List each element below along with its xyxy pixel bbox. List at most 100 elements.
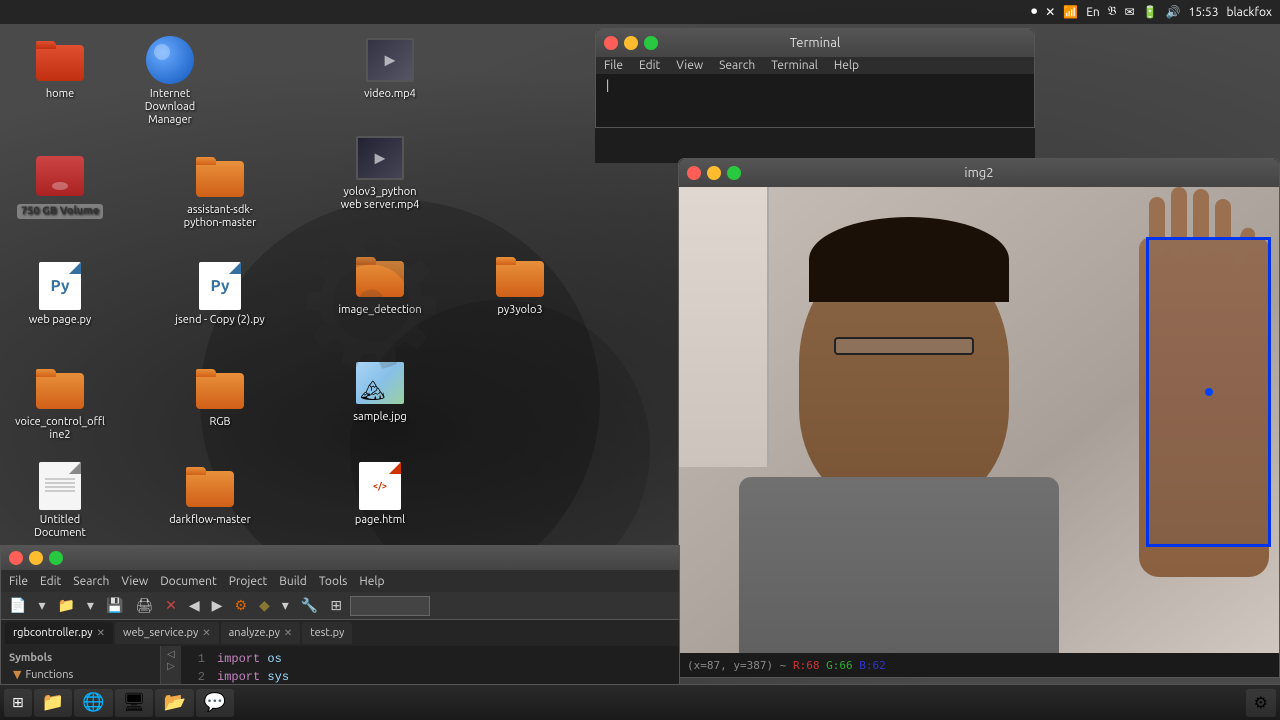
ide-sidebar-title: Symbols [5, 650, 156, 666]
username: blackfox [1226, 6, 1272, 19]
taskbar: ⊞ 📁 🌐 🖥 📂 💬 ⚙ [0, 684, 1280, 720]
ide-extra-btn[interactable]: ⊞ [326, 595, 346, 616]
taskbar-chat-btn[interactable]: 💬 [196, 689, 234, 717]
desktop-icon-web-page-py[interactable]: web page.py [10, 258, 110, 331]
desktop-icon-idm[interactable]: Internet Download Manager [120, 32, 220, 132]
ide-menu-search[interactable]: Search [73, 575, 109, 588]
img2-window: img2 [678, 158, 1280, 678]
network-icon[interactable]: ✕ [1045, 5, 1055, 19]
bluetooth-icon[interactable]: 𝔅 [1108, 5, 1117, 19]
desktop-icon-rgb[interactable]: RGB [170, 360, 270, 433]
img2-max-btn[interactable] [727, 166, 741, 180]
terminal-content[interactable]: | [596, 74, 1034, 96]
ide-tab-rgbcontroller-close[interactable]: ✕ [97, 627, 105, 639]
ide-menu-edit[interactable]: Edit [40, 575, 61, 588]
desktop-icon-jsend-label: jsend - Copy (2).py [175, 314, 264, 327]
img2-close-btn[interactable] [687, 166, 701, 180]
ide-search-input[interactable] [350, 596, 430, 616]
ide-sidebar-functions-label: Functions [25, 669, 73, 681]
taskbar-files-btn[interactable]: 📁 [34, 689, 72, 717]
desktop-icon-assistant-label: assistant-sdk-python-master [174, 204, 266, 230]
terminal-cursor: | [604, 78, 611, 92]
ide-tab-web-service[interactable]: web_service.py ✕ [115, 622, 219, 644]
terminal-max-btn[interactable] [644, 36, 658, 50]
keyboard-icon[interactable]: En [1086, 6, 1100, 19]
ide-menu-file[interactable]: File [9, 575, 28, 588]
ide-toolbar-arrow[interactable]: ▾ [34, 595, 49, 616]
ide-menu: File Edit Search View Document Project B… [1, 570, 679, 592]
ide-titlebar [1, 546, 679, 570]
taskbar-terminal-btn[interactable]: 🖥 [115, 689, 154, 717]
detection-dot [1205, 388, 1213, 396]
ide-close-btn[interactable] [9, 551, 23, 565]
ide-save-btn[interactable]: 💾 [102, 595, 127, 616]
terminal-menu-search[interactable]: Search [719, 59, 755, 72]
ide-menu-build[interactable]: Build [279, 575, 307, 588]
ide-sidebar-title-label: Symbols [9, 652, 52, 664]
ide-new-btn[interactable]: 📄 [5, 595, 30, 616]
terminal-menu: File Edit View Search Terminal Help [596, 57, 1034, 74]
taskbar-files2-btn[interactable]: 📂 [155, 689, 193, 717]
ide-tab-test-label: test.py [310, 627, 344, 639]
ide-tabs: rgbcontroller.py ✕ web_service.py ✕ anal… [1, 620, 679, 646]
ide-print-btn[interactable]: 🖨 [131, 595, 157, 616]
ide-run-btn[interactable]: ⚙ [230, 595, 251, 616]
mail-icon[interactable]: ✉ [1124, 5, 1134, 19]
record-icon[interactable]: ⏺ [1031, 5, 1037, 19]
battery-icon[interactable]: 🔋 [1143, 5, 1158, 19]
ide-toolbar: 📄 ▾ 📁 ▾ 💾 🖨 ✕ ◀ ▶ ⚙ ◆ ▾ 🔧 ⊞ [1, 592, 679, 620]
desktop-icon-voice-control[interactable]: voice_control_offline2 [10, 360, 110, 446]
wifi-icon[interactable]: 📶 [1063, 5, 1078, 19]
terminal-close-btn[interactable] [604, 36, 618, 50]
img2-min-btn[interactable] [707, 166, 721, 180]
ide-tools-btn[interactable]: 🔧 [297, 595, 322, 616]
desktop-icon-py3yolo3[interactable]: py3yolo3 [470, 248, 570, 321]
desktop-icon-hdd[interactable]: 750 GB Volume [10, 148, 110, 223]
terminal-menu-help[interactable]: Help [834, 59, 859, 72]
terminal-window: Terminal File Edit View Search Terminal … [595, 28, 1035, 128]
ide-max-btn[interactable] [49, 551, 63, 565]
ide-menu-document[interactable]: Document [160, 575, 216, 588]
desktop-icon-video-mp4[interactable]: video.mp4 [340, 32, 440, 105]
desktop-icon-page-html[interactable]: </> page.html [330, 458, 430, 531]
ide-tab-web-service-close[interactable]: ✕ [202, 627, 210, 639]
desktop-icon-jsend[interactable]: jsend - Copy (2).py [170, 258, 270, 331]
terminal-menu-file[interactable]: File [604, 59, 623, 72]
taskbar-app-menu[interactable]: ⊞ [4, 689, 32, 717]
ide-menu-tools[interactable]: Tools [319, 575, 348, 588]
ide-menu-view[interactable]: View [121, 575, 148, 588]
ide-tab-rgbcontroller[interactable]: rgbcontroller.py ✕ [5, 622, 113, 644]
ide-menu-help[interactable]: Help [359, 575, 384, 588]
ide-tab-rgbcontroller-label: rgbcontroller.py [13, 627, 93, 639]
desktop-icon-py3yolo3-label: py3yolo3 [497, 304, 542, 317]
terminal-menu-terminal[interactable]: Terminal [771, 59, 818, 72]
ide-toolbar-arrow2[interactable]: ▾ [83, 595, 98, 616]
desktop-icon-home[interactable]: home [10, 32, 110, 105]
volume-icon[interactable]: 🔊 [1165, 5, 1180, 19]
ide-tab-analyze[interactable]: analyze.py ✕ [221, 622, 301, 644]
img2-statusbar: (x=87, y=387) ~ R:68 G:66 B:62 [679, 653, 1279, 677]
ide-forward-btn[interactable]: ▶ [208, 595, 227, 616]
terminal-menu-edit[interactable]: Edit [639, 59, 660, 72]
ide-build-btn[interactable]: ◆ [255, 595, 274, 616]
ide-toolbar-arrow3[interactable]: ▾ [278, 595, 293, 616]
ide-menu-project[interactable]: Project [229, 575, 268, 588]
ide-sidebar-item-functions[interactable]: ▼ Functions [5, 666, 156, 683]
desktop-icon-assistant-sdk[interactable]: assistant-sdk-python-master [170, 148, 270, 234]
desktop-icon-darkflow-label: darkflow-master [169, 514, 251, 527]
ide-tab-test[interactable]: test.py [302, 622, 352, 644]
ide-min-btn[interactable] [29, 551, 43, 565]
taskbar-settings-btn[interactable]: ⚙ [1246, 689, 1276, 717]
ide-close-file-btn[interactable]: ✕ [161, 595, 181, 616]
taskbar-browser-btn[interactable]: 🌐 [74, 689, 112, 717]
desktop-icon-idm-label: Internet Download Manager [124, 88, 216, 128]
ide-open-btn[interactable]: 📁 [53, 595, 78, 616]
ide-tab-analyze-close[interactable]: ✕ [284, 627, 292, 639]
terminal-menu-view[interactable]: View [676, 59, 703, 72]
desktop-icon-untitled-doc[interactable]: Untitled Document [10, 458, 110, 544]
desktop-icon-darkflow[interactable]: darkflow-master [160, 458, 260, 531]
ide-back-btn[interactable]: ◀ [185, 595, 204, 616]
terminal-min-btn[interactable] [624, 36, 638, 50]
desktop-icon-rgb-label: RGB [209, 416, 230, 429]
desktop-icon-video-label: video.mp4 [364, 88, 416, 101]
